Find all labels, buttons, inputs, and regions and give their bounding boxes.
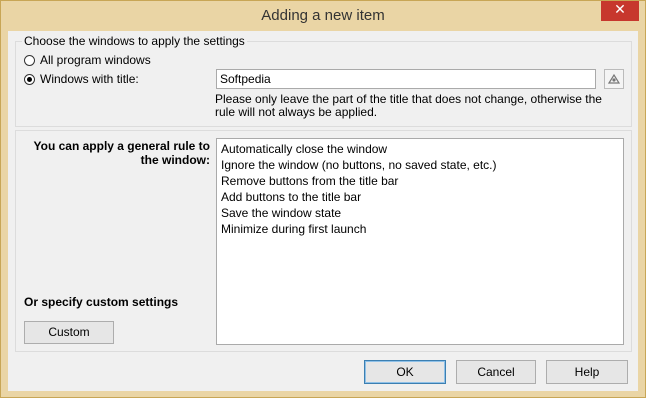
radio-all-windows[interactable]: All program windows xyxy=(24,53,151,67)
custom-button[interactable]: Custom xyxy=(24,321,114,344)
window-picker-icon xyxy=(607,73,621,84)
title-note: Please only leave the part of the title … xyxy=(215,92,602,119)
rule-item[interactable]: Minimize during first launch xyxy=(221,221,619,237)
radio-windows-with-title[interactable]: Windows with title: xyxy=(24,72,139,86)
radio-all-windows-label: All program windows xyxy=(40,53,151,67)
dialog-body: Choose the windows to apply the settings… xyxy=(8,31,638,391)
dialog-window: Adding a new item ✕ Choose the windows t… xyxy=(0,0,646,398)
general-rule-label: You can apply a general rule to the wind… xyxy=(33,139,211,167)
radio-windows-with-title-indicator[interactable] xyxy=(24,73,35,85)
radio-all-windows-indicator[interactable] xyxy=(24,54,35,66)
radio-windows-with-title-label: Windows with title: xyxy=(40,72,139,86)
rule-item[interactable]: Ignore the window (no buttons, no saved … xyxy=(221,157,619,173)
custom-settings-label: Or specify custom settings xyxy=(24,295,179,309)
rule-item[interactable]: Save the window state xyxy=(221,205,619,221)
windows-group-title: Choose the windows to apply the settings xyxy=(22,34,247,48)
rules-list[interactable]: Automatically close the window Ignore th… xyxy=(216,138,624,345)
rule-item[interactable]: Add buttons to the title bar xyxy=(221,189,619,205)
dialog-title: Adding a new item xyxy=(261,7,385,24)
rule-item[interactable]: Automatically close the window xyxy=(221,141,619,157)
help-button[interactable]: Help xyxy=(546,360,628,384)
window-picker-button[interactable] xyxy=(604,69,624,89)
ok-button[interactable]: OK xyxy=(364,360,446,384)
close-button[interactable]: ✕ xyxy=(601,1,639,21)
title-bar[interactable]: Adding a new item ✕ xyxy=(1,1,645,31)
close-icon: ✕ xyxy=(614,2,626,18)
rule-item[interactable]: Remove buttons from the title bar xyxy=(221,173,619,189)
window-title-input[interactable]: Softpedia xyxy=(216,69,596,89)
cancel-button[interactable]: Cancel xyxy=(456,360,536,384)
